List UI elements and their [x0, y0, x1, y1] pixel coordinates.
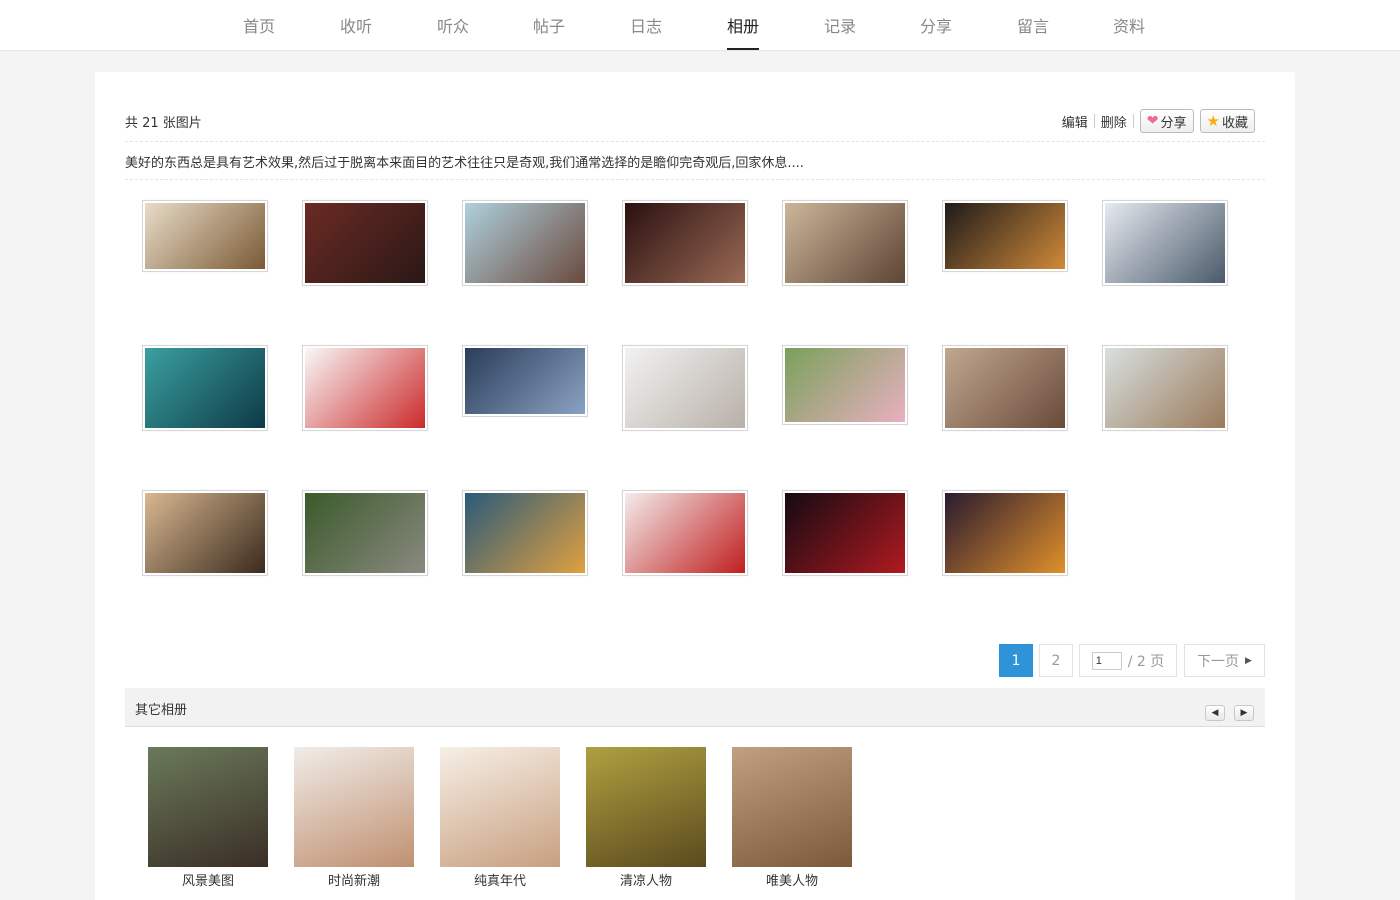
photo-thumbnail[interactable] [622, 345, 748, 431]
album-name: 时尚新潮 [327, 874, 380, 889]
share-button[interactable]: ❤ 分享 [1139, 109, 1194, 133]
photo-image [145, 348, 265, 428]
photo-image [945, 493, 1065, 573]
photo-thumbnail[interactable] [302, 345, 428, 431]
photo-image [305, 348, 425, 428]
next-arrow-icon[interactable]: ▶ [1234, 705, 1254, 721]
nav-item-home[interactable]: 首页 [229, 13, 289, 37]
share-label: 分享 [1160, 115, 1187, 131]
photo-image [465, 348, 585, 414]
photo-thumbnail[interactable] [462, 345, 588, 417]
divider [125, 179, 1265, 180]
photo-image [625, 348, 745, 428]
photo-thumbnail[interactable] [782, 490, 908, 576]
nav-item-messages[interactable]: 留言 [1003, 13, 1063, 37]
nav-item-profile[interactable]: 资料 [1099, 13, 1159, 37]
photo-image [625, 493, 745, 573]
next-page-label: 下一页 [1197, 653, 1240, 670]
album-item[interactable]: 清凉人物 [586, 747, 706, 889]
other-albums-title: 其它相册 [135, 703, 188, 718]
nav-item-share[interactable]: 分享 [906, 13, 966, 37]
nav-item-listeners[interactable]: 听众 [423, 13, 483, 37]
page-1-button[interactable]: 1 [999, 644, 1033, 677]
page-jump: / 2 页 [1079, 644, 1177, 677]
next-page-button[interactable]: 下一页 ▶ [1184, 644, 1265, 677]
top-navigation: 首页 收听 听众 帖子 日志 相册 记录 分享 留言 资料 [0, 0, 1400, 51]
photo-thumbnail[interactable] [302, 490, 428, 576]
album-cover [148, 747, 268, 867]
album-name: 纯真年代 [473, 874, 526, 889]
page-2-button[interactable]: 2 [1039, 644, 1073, 677]
page-total: / 2 页 [1127, 653, 1165, 670]
photo-thumbnail[interactable] [142, 200, 268, 272]
photo-thumbnail[interactable] [1102, 200, 1228, 286]
caret-right-icon: ▶ [1245, 655, 1252, 666]
divider [125, 141, 1265, 142]
photo-thumbnail[interactable] [942, 200, 1068, 272]
album-actions: 编辑 删除 ❤ 分享 ★ 收藏 [1056, 109, 1255, 133]
photo-image [625, 203, 745, 283]
photo-thumbnail[interactable] [622, 200, 748, 286]
photo-thumbnail[interactable] [142, 345, 268, 431]
photo-thumbnail[interactable] [622, 490, 748, 576]
favorite-button[interactable]: ★ 收藏 [1199, 109, 1255, 133]
photo-count: 共 21 张图片 [125, 116, 202, 131]
album-item[interactable]: 唯美人物 [732, 747, 852, 889]
other-albums-header: 其它相册 ◀ ▶ [125, 688, 1265, 727]
photo-thumbnail[interactable] [782, 345, 908, 425]
photo-image [1105, 203, 1225, 283]
photo-image [945, 203, 1065, 269]
edit-link[interactable]: 编辑 [1056, 112, 1094, 131]
photo-thumbnail[interactable] [1102, 345, 1228, 431]
photo-image [785, 493, 905, 573]
photo-thumbnail[interactable] [302, 200, 428, 286]
star-icon: ★ [1206, 112, 1220, 130]
album-cover [294, 747, 414, 867]
nav-item-posts[interactable]: 帖子 [519, 13, 579, 37]
album-cover [440, 747, 560, 867]
photo-image [785, 203, 905, 283]
prev-arrow-icon[interactable]: ◀ [1205, 705, 1225, 721]
separator [1132, 114, 1134, 128]
photo-image [145, 493, 265, 573]
album-description: 美好的东西总是具有艺术效果,然后过于脱离本来面目的艺术往往只是奇观,我们通常选择… [125, 156, 804, 171]
nav-item-albums[interactable]: 相册 [713, 13, 773, 50]
favorite-label: 收藏 [1221, 115, 1248, 131]
photo-image [1105, 348, 1225, 428]
photo-image [145, 203, 265, 269]
album-cover [732, 747, 852, 867]
album-item[interactable]: 时尚新潮 [294, 747, 414, 889]
photo-image [305, 493, 425, 573]
photo-image [785, 348, 905, 422]
album-name: 风景美图 [181, 874, 234, 889]
nav-item-blog[interactable]: 日志 [616, 13, 676, 37]
page-jump-input[interactable] [1091, 651, 1122, 670]
nav-item-listen[interactable]: 收听 [326, 13, 386, 37]
heart-icon: ❤ [1146, 113, 1159, 129]
photo-image [945, 348, 1065, 428]
photo-thumbnail[interactable] [942, 490, 1068, 576]
photo-image [465, 493, 585, 573]
photo-thumbnail[interactable] [942, 345, 1068, 431]
album-name: 唯美人物 [765, 874, 818, 889]
photo-image [305, 203, 425, 283]
album-item[interactable]: 纯真年代 [440, 747, 560, 889]
delete-link[interactable]: 删除 [1095, 112, 1133, 131]
album-cover [586, 747, 706, 867]
nav-item-records[interactable]: 记录 [810, 13, 870, 37]
photo-thumbnail[interactable] [462, 490, 588, 576]
album-item[interactable]: 风景美图 [148, 747, 268, 889]
photo-image [465, 203, 585, 283]
photo-thumbnail[interactable] [782, 200, 908, 286]
album-card: 共 21 张图片 编辑 删除 ❤ 分享 ★ 收藏 美好的东西总是具有艺术效果,然… [95, 72, 1295, 900]
album-name: 清凉人物 [619, 874, 672, 889]
photo-thumbnail[interactable] [462, 200, 588, 286]
photo-thumbnail[interactable] [142, 490, 268, 576]
